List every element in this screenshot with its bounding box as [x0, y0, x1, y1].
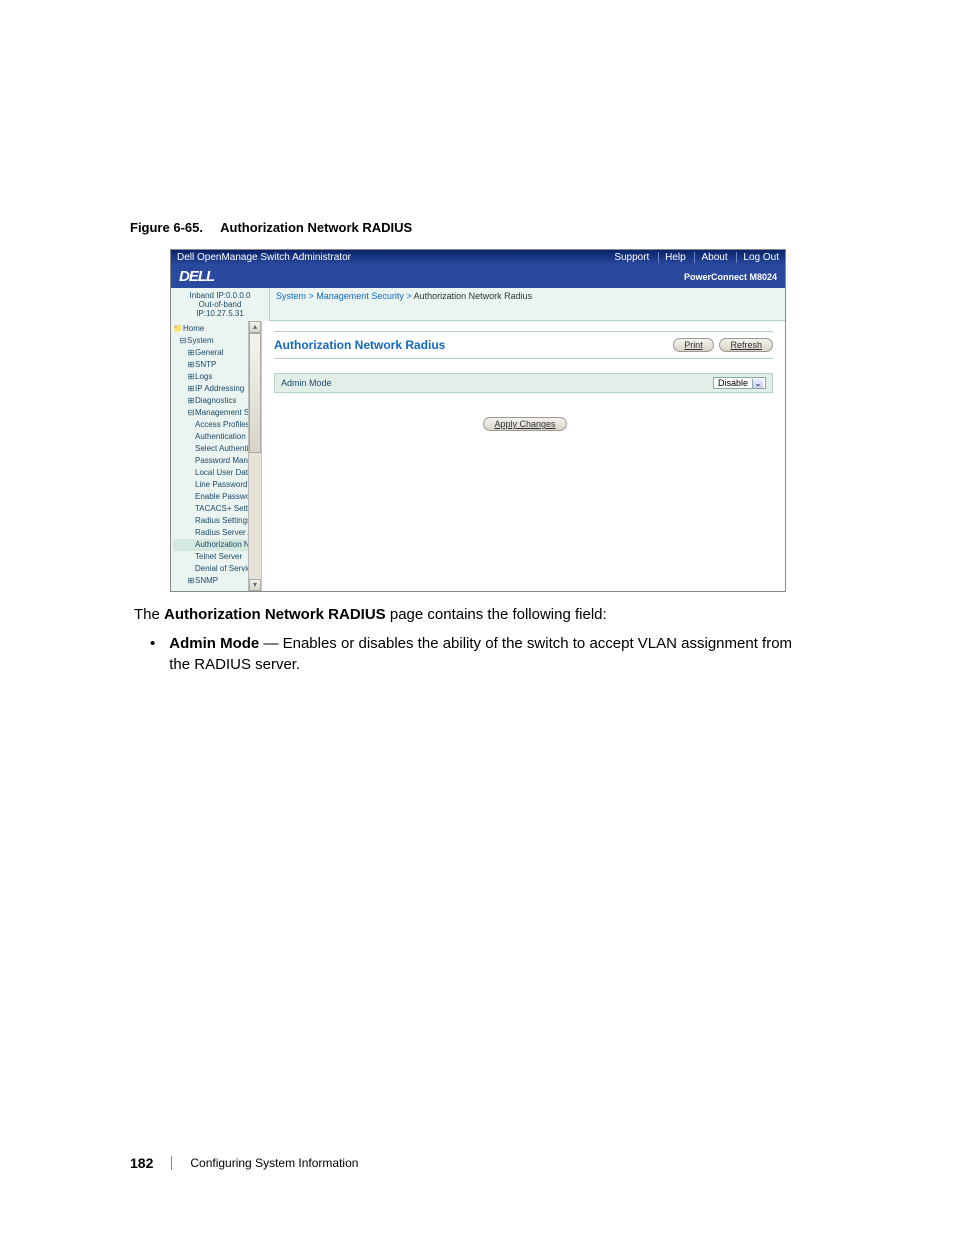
page-footer: 182 Configuring System Information	[130, 1155, 358, 1171]
body-intro: The Authorization Network RADIUS page co…	[134, 604, 884, 625]
bullet-desc: — Enables or disables the ability of the…	[169, 635, 792, 673]
window-title-bar: Dell OpenManage Switch Administrator Sup…	[171, 250, 785, 265]
info-row: Inband IP:0.0.0.0 Out-of-band IP:10.27.5…	[171, 288, 785, 321]
chevron-down-icon: ⌄	[752, 379, 763, 388]
figure-caption: Figure 6-65. Authorization Network RADIU…	[130, 220, 884, 235]
page-title: Authorization Network Radius	[274, 338, 445, 352]
content-header: Authorization Network Radius Print Refre…	[274, 331, 773, 359]
title-links: Support Help About Log Out	[608, 252, 779, 263]
dell-logo: DELL	[179, 268, 214, 285]
bullet-icon: •	[150, 633, 155, 675]
link-support[interactable]: Support	[614, 252, 649, 263]
footer-divider	[171, 1156, 172, 1170]
content-pane: Authorization Network Radius Print Refre…	[262, 321, 785, 591]
bullet-term: Admin Mode	[169, 635, 259, 652]
ip-info: Inband IP:0.0.0.0 Out-of-band IP:10.27.5…	[171, 288, 270, 321]
inband-ip: Inband IP:0.0.0.0	[175, 291, 265, 300]
print-button[interactable]: Print	[673, 338, 714, 352]
tree-scrollbar[interactable]: ▴ ▾	[248, 321, 261, 591]
apply-changes-button[interactable]: Apply Changes	[483, 417, 566, 431]
figure-title: Authorization Network RADIUS	[220, 220, 412, 235]
scroll-up-icon[interactable]: ▴	[249, 321, 261, 333]
nav-tree-pane: 📁Home ⊟System ⊞General ⊞SNTP ⊞Logs ⊞IP A…	[171, 321, 262, 591]
footer-section: Configuring System Information	[190, 1156, 358, 1170]
link-help[interactable]: Help	[658, 252, 686, 263]
product-label: PowerConnect M8024	[684, 272, 777, 282]
header-buttons: Print Refresh	[670, 338, 773, 352]
bullet-item: • Admin Mode — Enables or disables the a…	[150, 633, 884, 675]
scroll-down-icon[interactable]: ▾	[249, 579, 261, 591]
link-about[interactable]: About	[694, 252, 727, 263]
admin-mode-label: Admin Mode	[281, 378, 332, 388]
refresh-button[interactable]: Refresh	[719, 338, 773, 352]
home-icon: 📁	[173, 324, 183, 333]
logo-bar: DELL PowerConnect M8024	[171, 265, 785, 288]
page-number: 182	[130, 1155, 153, 1171]
scroll-thumb[interactable]	[249, 333, 261, 453]
outband-ip: Out-of-band IP:10.27.5.31	[175, 300, 265, 318]
crumb-3: Authorization Network Radius	[414, 291, 533, 301]
admin-mode-value: Disable	[718, 378, 748, 388]
crumb-1[interactable]: System	[276, 291, 306, 301]
breadcrumb: System > Management Security > Authoriza…	[270, 288, 785, 321]
admin-mode-row: Admin Mode Disable ⌄	[274, 373, 773, 393]
admin-mode-select[interactable]: Disable ⌄	[713, 377, 766, 389]
app-title: Dell OpenManage Switch Administrator	[177, 252, 351, 263]
crumb-2[interactable]: Management Security	[316, 291, 404, 301]
figure-number: Figure 6-65.	[130, 220, 203, 235]
link-logout[interactable]: Log Out	[736, 252, 779, 263]
screenshot-window: Dell OpenManage Switch Administrator Sup…	[170, 249, 786, 592]
